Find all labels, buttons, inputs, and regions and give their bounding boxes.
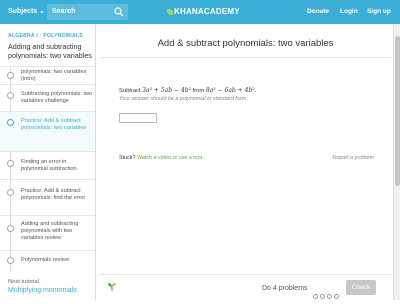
step-video-icon bbox=[7, 160, 14, 167]
step-label: Practice: Add & subtract polynomials: fi… bbox=[21, 188, 86, 201]
stuck-label: Stuck? bbox=[119, 155, 136, 161]
sprout-icon bbox=[108, 283, 116, 291]
step-label: Subtracting polynomials: two variables c… bbox=[21, 91, 93, 104]
search-input[interactable]: Search bbox=[47, 4, 128, 20]
divider bbox=[100, 57, 391, 58]
search-icon[interactable] bbox=[114, 7, 124, 17]
report-problem-link[interactable]: Report a problem bbox=[332, 155, 374, 161]
step-item[interactable]: polynomials: two variables (intro) bbox=[0, 67, 95, 85]
scrollbar-thumb[interactable] bbox=[395, 36, 400, 186]
progress-dot bbox=[313, 294, 318, 299]
tutorial-title: Adding and subtracting polynomials: two … bbox=[8, 42, 92, 60]
step-label: Adding and subtracting polynomials with … bbox=[21, 221, 79, 241]
subjects-menu[interactable]: Subjects ⌄ bbox=[8, 7, 45, 15]
top-navigation-bar: Subjects ⌄ Search KHANACADEMY Donate Log… bbox=[0, 0, 400, 24]
stuck-help: Stuck? Watch a video or use a hint. bbox=[119, 155, 204, 161]
logo-text: KHANACADEMY bbox=[174, 7, 240, 16]
step-item[interactable]: Subtracting polynomials: two variables c… bbox=[0, 85, 95, 112]
login-link[interactable]: Login bbox=[340, 8, 358, 15]
step-video-icon bbox=[7, 72, 14, 79]
prompt-verb: Subtract bbox=[119, 88, 141, 94]
check-button[interactable]: Check bbox=[346, 280, 376, 295]
exercise-footer: Do 4 problems Check bbox=[100, 274, 391, 300]
expression-subtrahend: 3a² + 5ab − 4b² bbox=[142, 87, 192, 94]
progress-dot bbox=[320, 294, 325, 299]
prompt-from: from bbox=[192, 88, 205, 94]
next-tutorial-link[interactable]: Multiplying monomials bbox=[8, 287, 77, 294]
subjects-label: Subjects bbox=[8, 8, 38, 15]
step-label: Practice: Add & subtract polynomials: tw… bbox=[21, 118, 87, 131]
search-placeholder: Search bbox=[52, 8, 76, 15]
chevron-down-icon: ⌄ bbox=[39, 8, 46, 15]
expression-minuend: 8a² − 6ab + 4b². bbox=[205, 87, 257, 94]
step-item-current[interactable]: Practice: Add & subtract polynomials: tw… bbox=[0, 112, 95, 152]
tutorial-sidebar: ALGEBRA I · POLYNOMIALS Adding and subtr… bbox=[0, 24, 96, 300]
next-tutorial-label: Next tutorial bbox=[8, 279, 39, 285]
progress-dot bbox=[327, 294, 332, 299]
khan-academy-logo[interactable]: KHANACADEMY bbox=[167, 7, 240, 16]
progress-dot bbox=[334, 294, 339, 299]
exercise-panel: Add & subtract polynomials: two variable… bbox=[100, 24, 391, 300]
breadcrumb[interactable]: ALGEBRA I · POLYNOMIALS bbox=[8, 33, 83, 39]
answer-input[interactable] bbox=[119, 113, 157, 123]
step-article-icon bbox=[7, 225, 14, 232]
step-item[interactable]: Practice: Add & subtract polynomials: fi… bbox=[0, 180, 95, 216]
step-challenge-icon bbox=[7, 92, 14, 99]
khan-leaf-logo bbox=[167, 9, 173, 15]
step-article-icon bbox=[7, 257, 14, 264]
step-practice-icon bbox=[7, 119, 14, 126]
tutorial-step-list: polynomials: two variables (intro) Subtr… bbox=[0, 66, 95, 271]
progress-dots bbox=[313, 286, 341, 304]
step-label: Polynomials review bbox=[21, 257, 69, 263]
step-label: polynomials: two variables (intro) bbox=[21, 69, 87, 82]
step-item[interactable]: Finding an error in polynomial subtracti… bbox=[0, 152, 95, 180]
signup-link[interactable]: Sign up bbox=[367, 8, 391, 15]
next-tutorial[interactable]: Next tutorial Multiplying monomials bbox=[8, 279, 77, 294]
page-scrollbar[interactable] bbox=[393, 24, 400, 300]
step-item[interactable]: Polynomials review bbox=[0, 251, 95, 271]
step-practice-icon bbox=[7, 189, 14, 196]
donate-link[interactable]: Donate bbox=[307, 8, 329, 15]
problem-prompt: Subtract 3a² + 5ab − 4b² from 8a² − 6ab … bbox=[119, 87, 257, 94]
step-item[interactable]: Adding and subtracting polynomials with … bbox=[0, 216, 95, 251]
answer-format-note: Your answer should be a polynomial in st… bbox=[119, 96, 248, 102]
problem-count: Do 4 problems bbox=[262, 285, 308, 292]
exercise-title: Add & subtract polynomials: two variable… bbox=[157, 38, 334, 49]
step-label: Finding an error in polynomial subtracti… bbox=[21, 159, 77, 172]
hint-link[interactable]: Watch a video or use a hint. bbox=[137, 155, 204, 161]
